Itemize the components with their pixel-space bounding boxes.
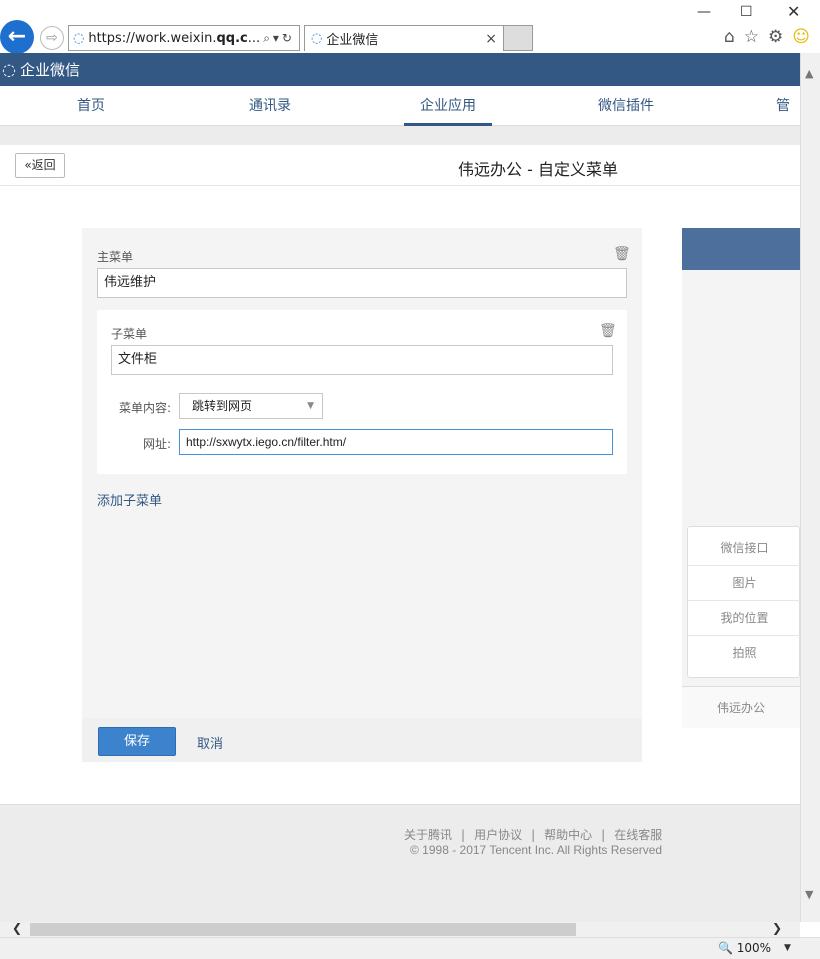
preview-bottom-menu[interactable]: 伟远办公 — [682, 686, 800, 728]
cancel-button[interactable]: 取消 — [197, 733, 223, 752]
new-tab-button[interactable] — [504, 25, 533, 51]
back-label: 返回 — [31, 158, 56, 172]
preview-submenu-item[interactable]: 微信接口 — [688, 531, 801, 566]
main-menu-label: 主菜单 — [97, 250, 134, 264]
minimize-icon[interactable]: — — [697, 4, 711, 20]
nav-enterprise-apps[interactable]: 企业应用 — [404, 86, 492, 126]
scroll-right-icon[interactable]: ❯ — [772, 921, 782, 935]
menu-content-select[interactable]: 跳转到网页 ▼ — [179, 393, 323, 419]
url-suffix: ... — [247, 30, 261, 46]
arrow-right-icon: ⇨ — [46, 30, 58, 46]
vertical-scrollbar[interactable]: ▲ ▼ — [800, 53, 820, 922]
page-titlebar: «返回 伟远办公 - 自定义菜单 — [0, 145, 800, 186]
browser-back-button[interactable]: ← — [0, 20, 34, 54]
url-prefix: https://work.weixin. — [88, 30, 217, 46]
app-header: ◌ 企业微信 — [0, 53, 800, 86]
settings-gear-icon[interactable]: ⚙ — [768, 27, 783, 47]
delete-main-menu-trash-icon[interactable]: 🗑 — [613, 246, 631, 262]
url-input[interactable]: http://sxwytx.iego.cn/filter.htm/ — [179, 429, 613, 455]
browser-toolbar-icons: ⌂ ☆ ⚙ ☺ — [724, 27, 810, 47]
sub-menu-input[interactable]: 文件柜 — [111, 345, 613, 375]
main-menu-input[interactable]: 伟远维护 — [97, 268, 627, 298]
scroll-left-icon[interactable]: ❮ — [12, 921, 22, 935]
nav-contacts[interactable]: 通讯录 — [226, 86, 314, 126]
delete-sub-menu-trash-icon[interactable]: 🗑 — [599, 323, 617, 339]
browser-chrome: ← ⇨ ◌ https://work.weixin.qq.c... ⌕▾↻ ◌ … — [0, 0, 820, 54]
maximize-icon[interactable]: ☐ — [740, 4, 753, 20]
favorites-star-icon[interactable]: ☆ — [744, 27, 759, 47]
sub-menu-label: 子菜单 — [111, 327, 148, 341]
menu-content-label: 菜单内容: — [118, 401, 171, 415]
horizontal-scroll-thumb[interactable] — [30, 923, 576, 936]
double-chevron-left-icon: « — [24, 158, 32, 172]
save-button[interactable]: 保存 — [98, 727, 176, 756]
menu-content-value: 跳转到网页 — [192, 399, 253, 413]
back-button[interactable]: «返回 — [15, 153, 65, 178]
caret-down-icon: ▼ — [307, 401, 314, 411]
wework-favicon-icon: ◌ — [73, 30, 85, 46]
footer-links: 关于腾讯 | 用户协议 | 帮助中心 | 在线客服 — [404, 826, 662, 843]
footer-separator: | — [461, 828, 466, 842]
editor-action-bar: 保存 取消 — [82, 718, 642, 762]
app-name: 企业微信 — [19, 61, 80, 79]
home-icon[interactable]: ⌂ — [724, 27, 735, 47]
add-sub-menu-link[interactable]: 添加子菜单 — [97, 490, 162, 509]
close-window-icon[interactable]: ✕ — [787, 2, 800, 21]
page-footer: 关于腾讯 | 用户协议 | 帮助中心 | 在线客服 © 1998 - 2017 Tencen… — [0, 804, 800, 922]
scroll-down-icon[interactable]: ▼ — [805, 888, 813, 901]
phone-preview: 微信接口 图片 我的位置 拍照 伟远办公 — [682, 228, 801, 728]
nav-wechat-plugin[interactable]: 微信插件 — [582, 86, 670, 126]
address-url: https://work.weixin.qq.c... — [88, 31, 263, 46]
preview-submenu-popup: 微信接口 图片 我的位置 拍照 — [687, 526, 801, 678]
address-tools-icon[interactable]: ⌕▾↻ — [263, 31, 295, 46]
scroll-up-icon[interactable]: ▲ — [805, 67, 813, 80]
preview-submenu-item[interactable]: 我的位置 — [688, 601, 801, 636]
footer-separator: | — [601, 828, 606, 842]
preview-header — [682, 228, 800, 270]
zoom-control[interactable]: 🔍 100% — [718, 941, 771, 955]
copyright: © 1998 - 2017 Tencent Inc. All Rights Re… — [410, 843, 663, 857]
url-domain: qq.c — [216, 30, 248, 46]
status-bar: 🔍 100% ▼ — [0, 937, 820, 959]
address-bar[interactable]: ◌ https://work.weixin.qq.c... ⌕▾↻ — [68, 25, 300, 51]
footer-separator: | — [531, 828, 536, 842]
browser-forward-button[interactable]: ⇨ — [40, 26, 64, 50]
preview-submenu-item[interactable]: 拍照 — [688, 636, 801, 671]
nav-divider-band — [0, 126, 800, 145]
tab-favicon-icon: ◌ — [311, 31, 323, 46]
zoom-level: 100% — [736, 941, 772, 955]
footer-link-agreement[interactable]: 用户协议 — [474, 828, 522, 842]
tab-close-icon[interactable]: × — [485, 31, 497, 47]
menu-editor: 主菜单 🗑 伟远维护 子菜单 🗑 文件柜 菜单内容: 跳转到网页 ▼ 网址: h… — [82, 228, 642, 762]
url-label: 网址: — [142, 437, 171, 451]
zoom-magnifier-icon: 🔍 — [718, 941, 733, 955]
top-nav: 首页 通讯录 企业应用 微信插件 管理 — [0, 86, 800, 126]
nav-home[interactable]: 首页 — [47, 86, 135, 126]
sub-menu-box: 子菜单 🗑 文件柜 菜单内容: 跳转到网页 ▼ 网址: http://sxwyt… — [97, 310, 627, 474]
footer-link-about[interactable]: 关于腾讯 — [404, 828, 452, 842]
horizontal-scrollbar[interactable]: ❮ ❯ — [0, 921, 800, 937]
preview-submenu-item[interactable]: 图片 — [688, 566, 801, 601]
browser-tab[interactable]: ◌ 企业微信 × — [304, 25, 504, 51]
feedback-smiley-icon[interactable]: ☺ — [792, 27, 810, 47]
nav-manage[interactable]: 管理 — [760, 86, 800, 126]
arrow-left-icon: ← — [7, 24, 27, 49]
wework-logo-icon: ◌ — [2, 60, 16, 79]
zoom-caret-down-icon[interactable]: ▼ — [784, 943, 791, 953]
tab-title: 企业微信 — [326, 33, 379, 48]
page-title: 伟远办公 - 自定义菜单 — [458, 160, 618, 179]
footer-link-help[interactable]: 帮助中心 — [544, 828, 592, 842]
footer-link-support[interactable]: 在线客服 — [614, 828, 662, 842]
